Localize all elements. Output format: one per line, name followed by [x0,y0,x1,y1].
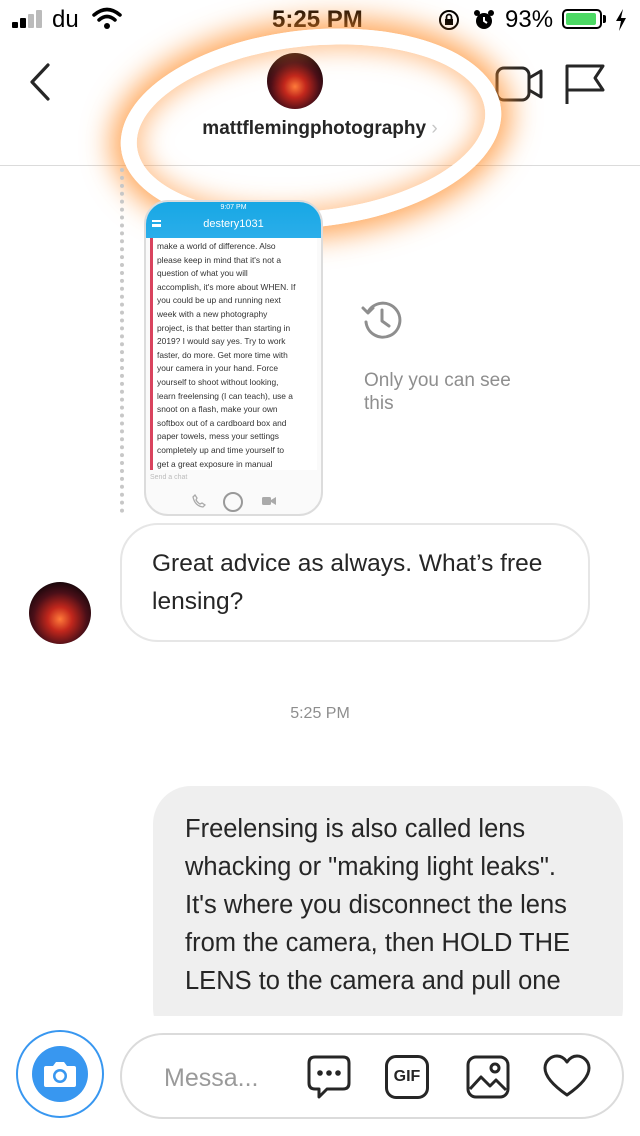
battery-nub [603,15,606,23]
photo-gallery-icon[interactable] [464,1053,512,1101]
story-screen-title: destery1031 [203,218,264,230]
orientation-lock-icon [439,10,459,30]
camera-button-fill [32,1046,88,1102]
story-reply-preview[interactable]: 9:07 PM destery1031 make a world of diff… [144,200,323,516]
signal-strength-icon [12,10,48,28]
sender-avatar[interactable] [29,582,91,644]
carrier-name: du [52,6,79,33]
reply-thread-line [120,168,124,513]
camera-button[interactable] [16,1030,104,1118]
message-composer: GIF [120,1033,624,1119]
story-header-bar: 9:07 PM destery1031 [146,202,321,238]
header-avatar[interactable] [267,53,323,109]
status-bar: du 5:25 PM 93% [0,0,640,40]
charging-bolt-icon [616,9,626,31]
message-input[interactable] [162,1057,306,1099]
visibility-note: Only you can see this [364,370,511,414]
heart-like-icon[interactable] [542,1053,592,1099]
incoming-message[interactable]: Great advice as always. What’s free lens… [120,523,590,642]
header-username[interactable]: mattflemingphotography › [0,118,640,140]
wifi-icon [92,7,122,29]
message-timestamp: 5:25 PM [290,705,350,722]
sticker-chat-icon[interactable] [305,1053,353,1101]
video-icon [262,497,276,505]
phone-icon [192,494,206,508]
battery-percent: 93% [505,6,554,33]
story-status-time: 9:07 PM [220,204,247,211]
capture-button-icon [223,492,243,512]
outgoing-message[interactable]: Freelensing is also called lens whacking… [153,786,623,1046]
username-text: mattflemingphotography [202,118,427,139]
alarm-icon [474,10,494,29]
status-time: 5:25 PM [272,6,363,33]
camera-icon [44,1062,76,1087]
battery-icon [562,9,602,29]
history-clock-icon [361,301,402,339]
gif-button[interactable]: GIF [385,1055,429,1099]
battery-fill [566,13,596,25]
chevron-right-icon: › [426,118,438,139]
back-chevron-icon[interactable] [26,62,54,102]
story-screen-text: make a world of difference. Also please … [150,238,317,470]
report-flag-icon[interactable] [563,62,607,106]
video-call-icon[interactable] [495,64,545,104]
story-send-placeholder: Send a chat [150,474,188,481]
